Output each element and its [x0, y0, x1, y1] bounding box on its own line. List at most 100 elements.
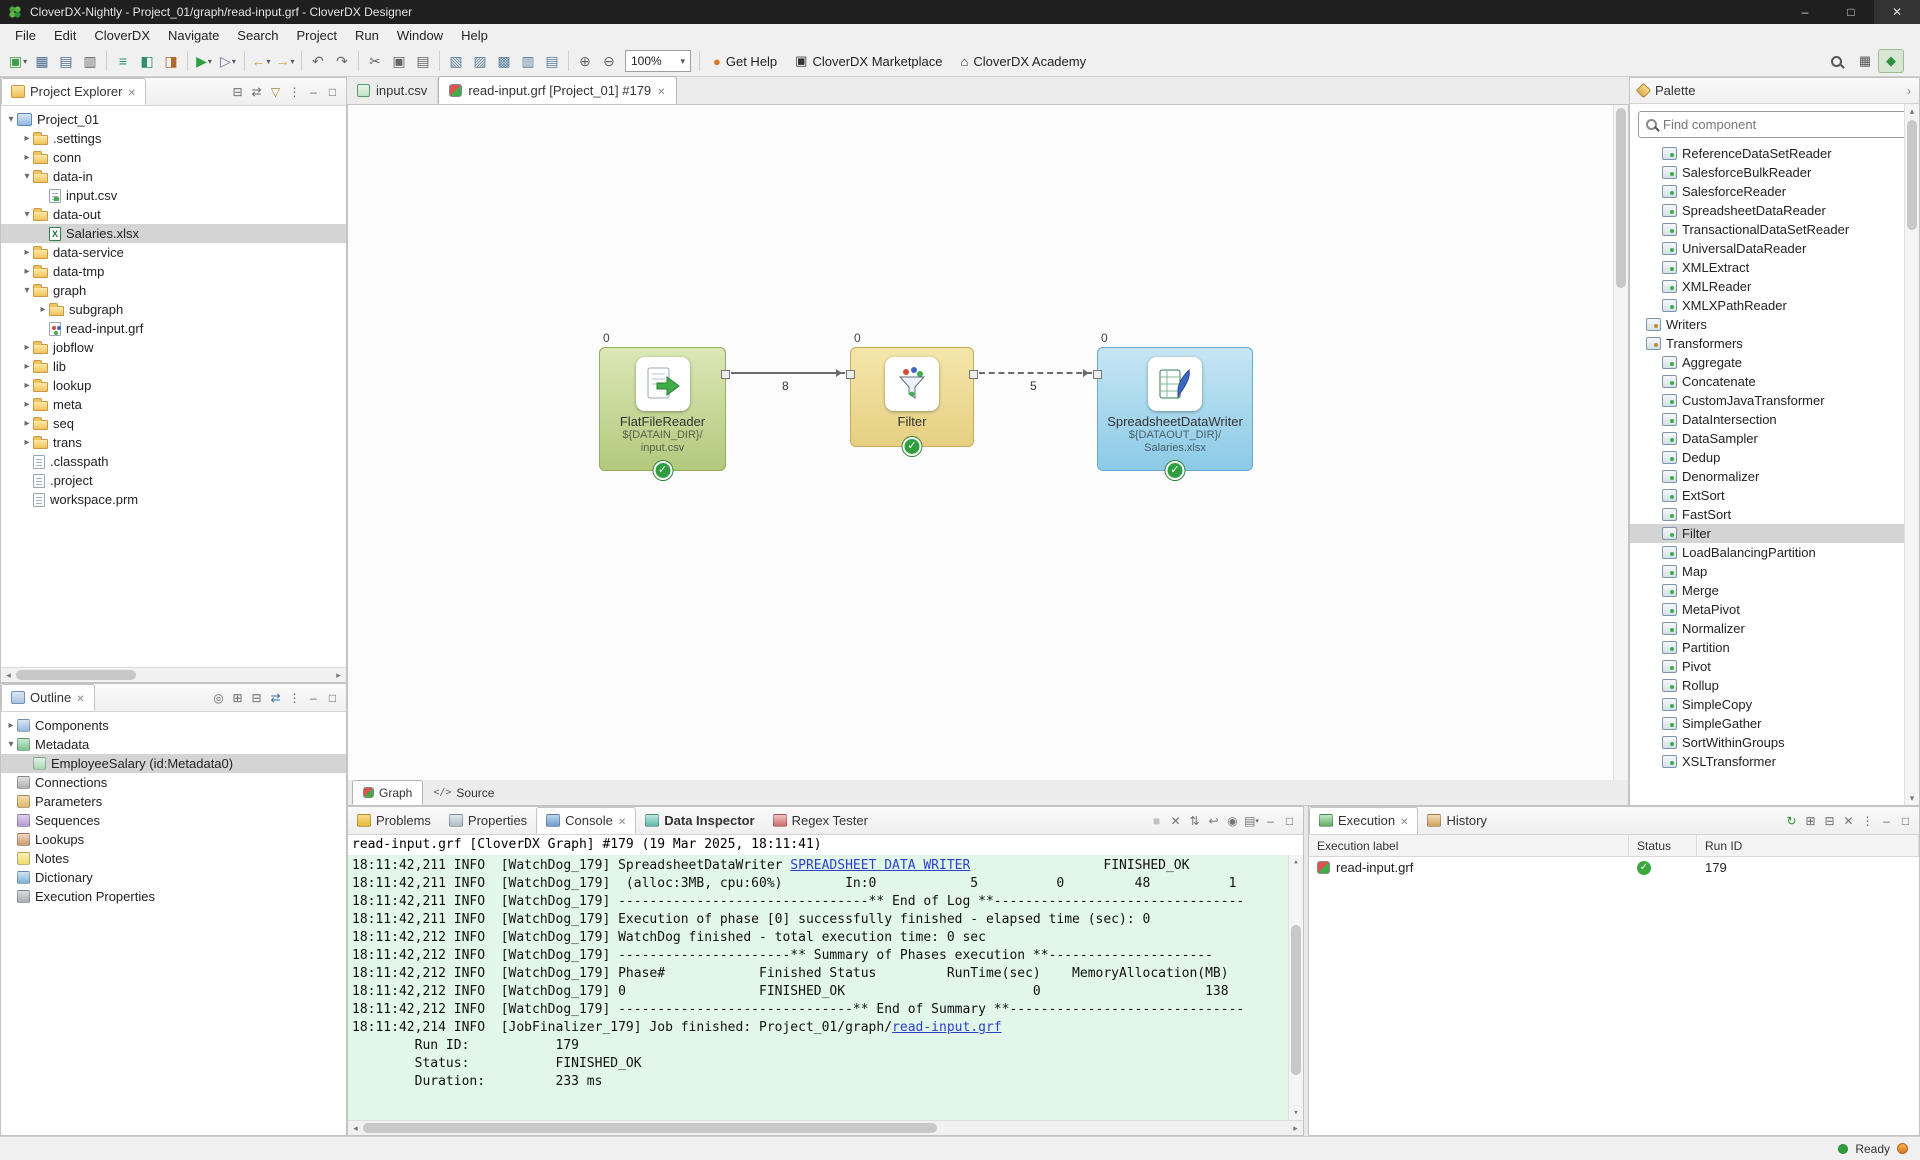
align-center-button[interactable]: ▨: [468, 49, 492, 73]
expander-icon[interactable]: [21, 262, 33, 281]
expander-icon[interactable]: [21, 433, 33, 452]
palette-item-concatenate[interactable]: Concatenate: [1630, 372, 1919, 391]
palette-item-salesforcereader[interactable]: SalesforceReader: [1630, 182, 1919, 201]
column-execution-label[interactable]: Execution label: [1309, 835, 1629, 856]
zoom-out-button[interactable]: ⊖: [597, 49, 621, 73]
scroll-up-icon[interactable]: ▴: [1905, 104, 1919, 118]
node-spreadsheetdatawriter[interactable]: 0 SpreadsheetDataWriter ${DATAOUT_DIR}/ …: [1093, 331, 1253, 480]
minimize-view-icon[interactable]: –: [304, 688, 323, 707]
palette-item-fastsort[interactable]: FastSort: [1630, 505, 1919, 524]
scroll-right-icon[interactable]: ▸: [331, 670, 346, 681]
tab-history[interactable]: History: [1418, 807, 1495, 834]
zoom-level-select[interactable]: 100% ▾: [625, 50, 691, 72]
palette-item-sortwithingroups[interactable]: SortWithinGroups: [1630, 733, 1919, 752]
tree-item-salaries-xlsx[interactable]: Salaries.xlsx: [1, 224, 346, 243]
scroll-down-icon[interactable]: ▾: [1289, 1106, 1303, 1120]
outline-item-employeesalary-id-metadata0[interactable]: EmployeeSalary (id:Metadata0): [1, 754, 346, 773]
scroll-down-icon[interactable]: ▾: [1905, 791, 1919, 805]
connection-button[interactable]: ◨: [159, 49, 183, 73]
palette-item-customjavatransformer[interactable]: CustomJavaTransformer: [1630, 391, 1919, 410]
outline-item-lookups[interactable]: Lookups: [1, 830, 346, 849]
expander-icon[interactable]: [21, 357, 33, 376]
expander-icon[interactable]: [5, 110, 17, 129]
palette-item-salesforcebulkreader[interactable]: SalesforceBulkReader: [1630, 163, 1919, 182]
palette-item-universaldatareader[interactable]: UniversalDataReader: [1630, 239, 1919, 258]
terminate-icon[interactable]: ■: [1147, 811, 1166, 830]
tree-item-seq[interactable]: seq: [1, 414, 346, 433]
close-view-icon[interactable]: [76, 690, 84, 705]
menu-navigate[interactable]: Navigate: [159, 26, 228, 45]
clear-console-icon[interactable]: ✕: [1166, 811, 1185, 830]
expander-icon[interactable]: [21, 414, 33, 433]
expander-icon[interactable]: [21, 281, 33, 300]
palette-item-simplecopy[interactable]: SimpleCopy: [1630, 695, 1919, 714]
palette-item-metapivot[interactable]: MetaPivot: [1630, 600, 1919, 619]
palette-item-denormalizer[interactable]: Denormalizer: [1630, 467, 1919, 486]
output-port[interactable]: [721, 370, 730, 379]
tree-item-data-in[interactable]: data-in: [1, 167, 346, 186]
academy-button[interactable]: ⌂ CloverDX Academy: [952, 54, 1096, 69]
refresh-icon[interactable]: ↻: [1782, 811, 1801, 830]
marketplace-button[interactable]: ▣ CloverDX Marketplace: [786, 53, 951, 69]
minimize-view-icon[interactable]: –: [1261, 811, 1280, 830]
new-graph-button[interactable]: ▣: [6, 49, 30, 73]
explorer-horizontal-scrollbar[interactable]: ◂ ▸: [1, 667, 346, 682]
execution-row[interactable]: read-input.grf 179: [1309, 857, 1919, 878]
menu-window[interactable]: Window: [388, 26, 452, 45]
node-flatfilereader[interactable]: 0 FlatFileReader ${DATAIN_DIR}/ input.cs…: [599, 331, 730, 480]
expander-icon[interactable]: [21, 338, 33, 357]
tree-item-read-input-grf[interactable]: read-input.grf: [1, 319, 346, 338]
outline-tab[interactable]: Outline: [1, 684, 95, 711]
menu-cloverdx[interactable]: CloverDX: [85, 26, 159, 45]
scrollbar-thumb[interactable]: [16, 670, 136, 680]
open-perspective-icon[interactable]: ▦: [1852, 49, 1878, 73]
menu-search[interactable]: Search: [228, 26, 287, 45]
edge-reader-to-filter[interactable]: [731, 369, 845, 377]
forward-button[interactable]: →: [273, 49, 297, 73]
tab-source-view[interactable]: </> Source: [423, 780, 504, 805]
maximize-window-button[interactable]: □: [1828, 0, 1874, 24]
view-menu-icon[interactable]: ⋮: [285, 688, 304, 707]
menu-help[interactable]: Help: [452, 26, 497, 45]
tab-graph-view[interactable]: Graph: [352, 780, 424, 805]
search-icon[interactable]: [1824, 49, 1848, 73]
debug-graph-button[interactable]: ▷: [216, 49, 240, 73]
menu-file[interactable]: File: [6, 26, 45, 45]
outline-item-parameters[interactable]: Parameters: [1, 792, 346, 811]
link-with-editor-icon[interactable]: ⇄: [247, 82, 266, 101]
tree-item-lookup[interactable]: lookup: [1, 376, 346, 395]
tree-item-conn[interactable]: conn: [1, 148, 346, 167]
column-run-id[interactable]: Run ID: [1697, 835, 1919, 856]
project-explorer-tab[interactable]: Project Explorer: [1, 78, 146, 105]
outline-item-sequences[interactable]: Sequences: [1, 811, 346, 830]
expand-all-icon[interactable]: ⊞: [1801, 811, 1820, 830]
palette-item-xmlxpathreader[interactable]: XMLXPathReader: [1630, 296, 1919, 315]
tree-item-subgraph[interactable]: subgraph: [1, 300, 346, 319]
edge-filter-to-writer[interactable]: [979, 369, 1092, 377]
menu-edit[interactable]: Edit: [45, 26, 85, 45]
scrollbar-thumb[interactable]: [1291, 925, 1301, 1075]
palette-item-loadbalancingpartition[interactable]: LoadBalancingPartition: [1630, 543, 1919, 562]
maximize-view-icon[interactable]: □: [1896, 811, 1915, 830]
metadata-button[interactable]: ≡: [111, 49, 135, 73]
database-button[interactable]: ◧: [135, 49, 159, 73]
expand-all-icon[interactable]: ⊞: [228, 688, 247, 707]
filter-tree-icon[interactable]: ▽: [266, 82, 285, 101]
expander-icon[interactable]: [21, 129, 33, 148]
maximize-view-icon[interactable]: □: [323, 688, 342, 707]
cut-button[interactable]: ✂: [363, 49, 387, 73]
palette-item-spreadsheetdatareader[interactable]: SpreadsheetDataReader: [1630, 201, 1919, 220]
close-view-icon[interactable]: [127, 84, 135, 99]
distribute-vertical-button[interactable]: ▤: [540, 49, 564, 73]
distribute-horizontal-button[interactable]: ▥: [516, 49, 540, 73]
tree-item-trans[interactable]: trans: [1, 433, 346, 452]
editor-tab-read-input-grf[interactable]: read-input.grf [Project_01] #179: [438, 76, 677, 104]
close-window-button[interactable]: ✕: [1874, 0, 1920, 24]
palette-item-map[interactable]: Map: [1630, 562, 1919, 581]
input-port[interactable]: [1093, 370, 1102, 379]
node-filter[interactable]: 0 Filter ✓: [846, 331, 978, 456]
minimize-view-icon[interactable]: –: [304, 82, 323, 101]
tree-item-classpath[interactable]: .classpath: [1, 452, 346, 471]
scrollbar-thumb[interactable]: [1616, 108, 1626, 288]
outline-item-notes[interactable]: Notes: [1, 849, 346, 868]
